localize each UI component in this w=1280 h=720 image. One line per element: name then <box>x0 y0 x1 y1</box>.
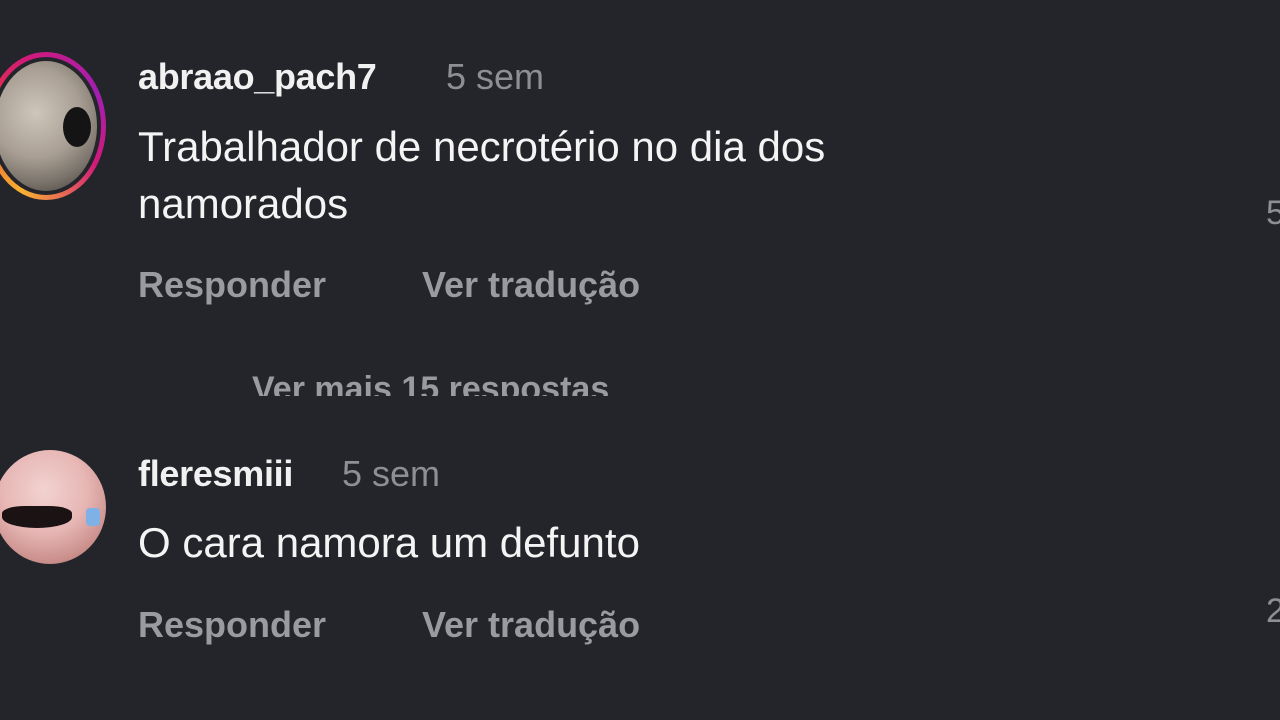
avatar[interactable] <box>0 450 106 564</box>
comment-username[interactable]: abraao_pach7 <box>138 56 377 98</box>
comment-timestamp: 5 sem <box>446 56 545 97</box>
translate-button[interactable]: Ver tradução <box>422 604 640 646</box>
like-count: 5 <box>1266 194 1280 232</box>
avatar-detail <box>2 506 72 528</box>
comment-text-line: namorados <box>138 180 349 227</box>
comment-username[interactable]: fleresmiii <box>138 453 293 495</box>
comments-screen: abraao_pach7 5 sem Trabalhador de necrot… <box>0 0 1280 720</box>
reply-button[interactable]: Responder <box>138 604 326 646</box>
translate-button[interactable]: Ver tradução <box>422 264 640 306</box>
comment-text-line: O cara namora um defunto <box>138 519 640 566</box>
avatar-ring-gap <box>0 57 101 195</box>
comment-timestamp: 5 sem <box>342 453 441 494</box>
avatar-detail <box>86 508 100 526</box>
story-ring-avatar[interactable] <box>0 52 106 200</box>
comment-text-line: Trabalhador de necrotério no dia dos <box>138 123 826 170</box>
reply-button[interactable]: Responder <box>138 264 326 306</box>
avatar <box>0 61 97 191</box>
view-more-replies-button[interactable]: Ver mais 15 respostas <box>252 370 609 396</box>
like-count: 2 <box>1266 592 1280 630</box>
